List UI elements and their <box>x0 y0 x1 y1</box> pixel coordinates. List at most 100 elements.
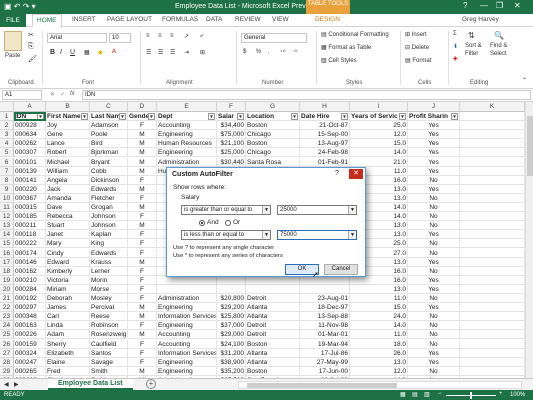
table-cell[interactable] <box>460 294 525 304</box>
table-cell[interactable]: Yes <box>408 284 460 294</box>
table-cell[interactable]: F <box>128 294 157 304</box>
cell-styles-button[interactable]: ▧ Cell Styles <box>321 57 357 64</box>
table-cell[interactable]: $29,000 <box>217 330 246 340</box>
close-window-button[interactable]: ✕ <box>514 1 521 10</box>
italic-button[interactable]: I <box>60 49 62 56</box>
table-cell[interactable]: Santos <box>90 348 128 358</box>
zoom-level[interactable]: 100% <box>510 392 525 398</box>
table-cell[interactable]: Administration <box>157 157 217 167</box>
table-cell[interactable]: Reese <box>90 312 128 322</box>
dialog-close-button[interactable]: ✕ <box>349 169 363 179</box>
table-cell[interactable]: 13-Aug-97 <box>300 139 350 149</box>
find-icon[interactable]: 🔍 <box>494 31 504 40</box>
vertical-scroll-thumb[interactable] <box>527 116 533 176</box>
paste-button[interactable]: Paste <box>5 53 20 59</box>
table-cell[interactable] <box>460 148 525 158</box>
table-cell[interactable]: 000146 <box>14 257 46 267</box>
table-cell[interactable]: Elizabeth <box>46 348 90 358</box>
table-cell[interactable]: Accounting <box>157 339 217 349</box>
table-cell[interactable]: F <box>128 193 157 203</box>
table-cell[interactable]: Atlanta <box>246 357 300 367</box>
operator-1-select[interactable]: is greater than or equal to ▼ <box>181 205 271 215</box>
zoom-slider-thumb[interactable] <box>470 392 472 399</box>
table-cell[interactable]: Engineering <box>157 357 217 367</box>
table-header-cell[interactable]: Profit Sharin ▾ <box>408 112 460 122</box>
column-header[interactable]: F <box>217 102 246 112</box>
table-cell[interactable]: No <box>408 330 460 340</box>
row-header[interactable]: 21 <box>0 294 14 304</box>
table-cell[interactable] <box>460 221 525 231</box>
table-cell[interactable]: Lerner <box>90 266 128 276</box>
table-cell[interactable]: Angela <box>46 175 90 185</box>
font-color-icon[interactable]: A <box>112 49 116 55</box>
table-cell[interactable]: No <box>408 266 460 276</box>
row-header[interactable]: 26 <box>0 339 14 349</box>
right-align-icon[interactable]: ☰ <box>170 49 175 56</box>
table-cell[interactable] <box>217 284 246 294</box>
table-cell[interactable]: F <box>128 266 157 276</box>
table-cell[interactable]: 19-Mar-94 <box>300 339 350 349</box>
table-cell[interactable]: Cobb <box>90 166 128 176</box>
table-cell[interactable]: M <box>128 184 157 194</box>
table-cell[interactable]: Yes <box>408 157 460 167</box>
table-cell[interactable]: 21-Oct-87 <box>300 121 350 131</box>
table-cell[interactable]: F <box>128 248 157 258</box>
table-cell[interactable]: Information Services <box>157 312 217 322</box>
table-cell[interactable]: M <box>128 157 157 167</box>
table-cell[interactable]: 15-Sep-00 <box>300 130 350 140</box>
cancel-button[interactable]: Cancel <box>324 264 358 275</box>
dialog-help-button[interactable]: ? <box>335 170 339 177</box>
row-header[interactable]: 13 <box>0 221 14 231</box>
table-cell[interactable]: James <box>46 303 90 313</box>
table-cell[interactable]: Yes <box>408 230 460 240</box>
collapse-ribbon-icon[interactable]: ⌃ <box>522 77 527 84</box>
wrap-text-icon[interactable]: ⤶ <box>200 33 203 40</box>
table-cell[interactable]: No <box>408 221 460 231</box>
and-radio-label[interactable]: And <box>207 219 219 226</box>
row-header[interactable]: 2 <box>0 121 14 131</box>
table-cell[interactable]: Morse <box>90 284 128 294</box>
page-break-view-icon[interactable]: ▥ <box>424 391 430 398</box>
table-cell[interactable] <box>460 357 525 367</box>
table-cell[interactable]: F <box>128 175 157 185</box>
middle-align-icon[interactable]: ≡ <box>158 33 162 39</box>
format-cells-button[interactable]: ▤ Format <box>405 57 431 64</box>
table-cell[interactable]: Atlanta <box>246 348 300 358</box>
table-cell[interactable]: Engineering <box>157 148 217 158</box>
table-cell[interactable]: Smith <box>90 366 128 376</box>
table-header-cell[interactable]: Dept ▾ <box>157 112 217 122</box>
table-cell[interactable]: Fred <box>46 366 90 376</box>
table-cell[interactable] <box>460 312 525 322</box>
table-cell[interactable] <box>300 275 350 285</box>
fill-color-icon[interactable]: ◆ <box>98 49 103 56</box>
table-cell[interactable]: Administration <box>157 294 217 304</box>
indent-icon[interactable]: ⇥ <box>184 49 189 56</box>
font-size-box[interactable]: 10 <box>109 33 131 43</box>
table-cell[interactable]: Boston <box>246 339 300 349</box>
table-cell[interactable]: Yes <box>408 357 460 367</box>
table-cell[interactable] <box>460 203 525 213</box>
table-cell[interactable]: $24,100 <box>217 339 246 349</box>
table-cell[interactable]: 18.0 <box>350 339 408 349</box>
add-sheet-button[interactable]: + <box>146 379 156 389</box>
currency-button[interactable]: $ <box>243 49 246 55</box>
table-cell[interactable]: 000101 <box>14 157 46 167</box>
table-cell[interactable]: 000211 <box>14 221 46 231</box>
table-cell[interactable]: Yes <box>408 121 460 131</box>
table-cell[interactable]: 01-Feb-91 <box>300 157 350 167</box>
table-cell[interactable]: $21,100 <box>217 139 246 149</box>
row-header[interactable]: 23 <box>0 312 14 322</box>
table-cell[interactable]: 000185 <box>14 212 46 222</box>
restore-button[interactable]: ❐ <box>496 1 503 10</box>
table-cell[interactable]: Krauss <box>90 257 128 267</box>
filter-dropdown-icon[interactable]: ▾ <box>81 113 88 120</box>
table-cell[interactable]: $31,200 <box>217 348 246 358</box>
table-cell[interactable]: Victoria <box>46 275 90 285</box>
orientation-icon[interactable]: ↗ <box>184 33 189 40</box>
name-box[interactable]: A1 <box>2 90 42 100</box>
table-cell[interactable]: Kaplan <box>90 230 128 240</box>
table-cell[interactable] <box>460 239 525 249</box>
row-header[interactable]: 3 <box>0 130 14 140</box>
table-cell[interactable] <box>460 248 525 258</box>
row-header[interactable]: 19 <box>0 275 14 285</box>
